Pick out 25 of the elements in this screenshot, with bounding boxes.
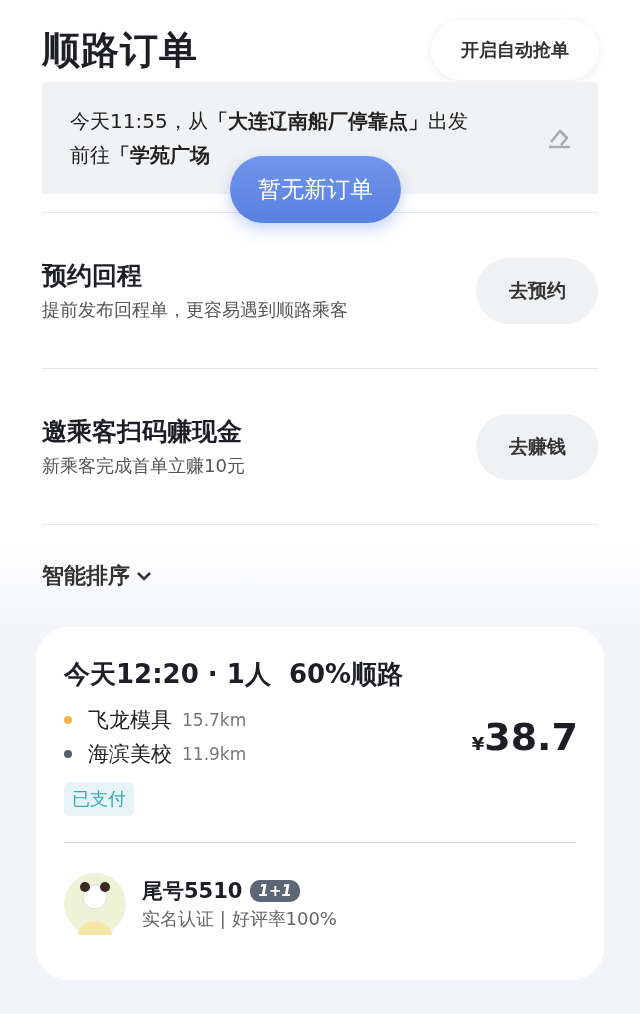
passenger-info: 实名认证 | 好评率100% [142,907,337,931]
no-orders-toast: 暂无新订单 [230,156,401,223]
stop-name: 海滨美校 [88,741,172,768]
section-title: 预约回程 [42,260,143,292]
section-subtitle: 提前发布回程单，更容易遇到顺路乘客 [42,298,348,322]
order-headline: 今天12:20 · 1人 60%顺路 [64,658,405,691]
section-subtitle: 新乘客完成首单立赚10元 [42,454,245,478]
sort-dropdown[interactable]: 智能排序 [42,560,152,591]
action-button[interactable]: 去预约 [476,257,598,324]
section-title: 邀乘客扫码赚现金 [42,416,243,448]
page-title: 顺路订单 [42,26,198,74]
stop-name: 飞龙模具 [88,707,172,734]
stop-distance: 11.9km [182,744,247,764]
auto-grab-button[interactable]: 开启自动抢单 [431,20,599,80]
currency-symbol: ¥ [471,733,485,754]
action-button[interactable]: 去赚钱 [476,413,598,480]
passenger-name: 尾号5510 [142,878,243,905]
order-price: 38.7 [484,715,578,759]
chevron-down-icon [136,570,152,581]
paid-tag: 已支付 [64,782,134,816]
avatar-icon [64,873,126,935]
passenger-badge: 1+1 [250,880,300,902]
stop-distance: 15.7km [182,710,247,730]
edit-icon[interactable] [546,127,572,149]
order-card[interactable]: 今天12:20 · 1人 60%顺路 飞龙模具 15.7km 海滨美校 11.9km ¥38.7 已支付 尾号5510 1+1 实名认证 | 好评率100% [36,627,604,980]
